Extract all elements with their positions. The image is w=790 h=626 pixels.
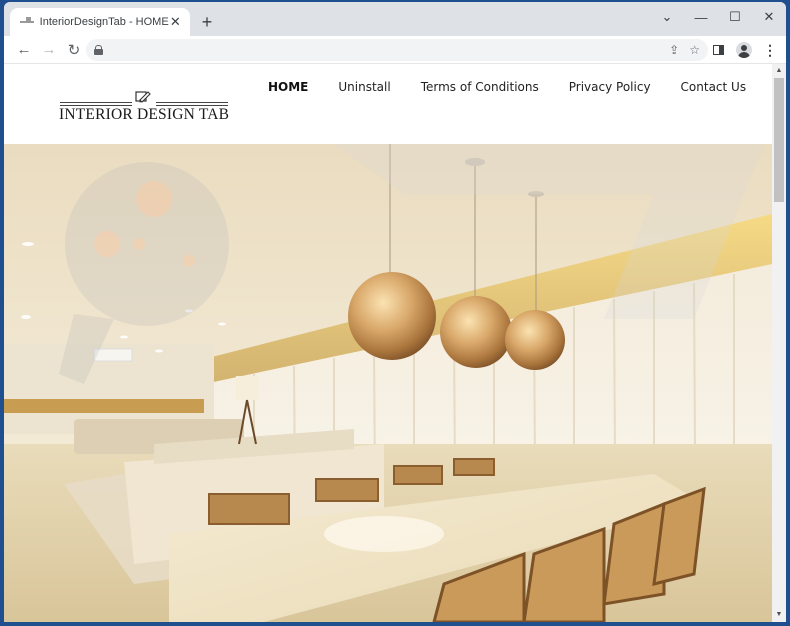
close-window-button[interactable]: ✕ [752,2,786,32]
tab-search-button[interactable]: ⌄ [650,2,684,32]
tab-interior-design[interactable]: InteriorDesignTab - HOME ✕ [10,8,190,36]
hero-interior-photo [4,144,772,622]
profile-button[interactable] [734,40,754,60]
hero-image [4,144,772,622]
scroll-thumb[interactable] [774,78,784,202]
reload-button[interactable]: ↻ [62,38,86,62]
browser-toolbar: ← → ↻ ⇪ ☆ ⋮ [4,36,786,64]
nav-terms[interactable]: Terms of Conditions [421,80,539,94]
tab-close-icon[interactable]: ✕ [169,14,182,30]
scroll-down-arrow-icon[interactable]: ▼ [772,608,786,622]
address-bar[interactable]: ⇪ ☆ [86,39,708,61]
new-tab-button[interactable]: + [196,11,218,33]
nav-privacy-policy[interactable]: Privacy Policy [569,80,651,94]
maximize-button[interactable]: ☐ [718,2,752,32]
page-scrollbar[interactable]: ▲ ▼ [772,64,786,622]
logo-text: INTERIOR DESIGN TAB [59,106,230,123]
lock-icon[interactable] [94,45,103,55]
pencil-icon [135,91,151,103]
forward-button[interactable]: → [37,38,61,62]
browser-window: InteriorDesignTab - HOME ✕ + ⌄ — ☐ ✕ ← →… [4,2,786,622]
nav-contact-us[interactable]: Contact Us [681,80,747,94]
page-viewport: INTERIOR DESIGN TAB HOME Uninstall Terms… [4,64,786,622]
share-icon[interactable]: ⇪ [669,43,679,57]
site-favicon-icon [20,17,34,27]
bookmark-star-icon[interactable]: ☆ [689,43,700,57]
profile-avatar-icon [736,42,752,58]
scroll-up-arrow-icon[interactable]: ▲ [772,64,786,78]
side-panel-icon [712,45,724,55]
site-header: INTERIOR DESIGN TAB HOME Uninstall Terms… [4,64,772,144]
browser-menu-button[interactable]: ⋮ [760,40,780,60]
nav-uninstall[interactable]: Uninstall [338,80,390,94]
nav-home[interactable]: HOME [268,80,308,94]
minimize-button[interactable]: — [684,2,718,32]
window-controls: ⌄ — ☐ ✕ [650,2,786,32]
tab-title: InteriorDesignTab - HOME [39,16,169,28]
main-nav: HOME Uninstall Terms of Conditions Priva… [268,80,776,94]
side-panel-button[interactable] [708,40,728,60]
tab-strip: InteriorDesignTab - HOME ✕ + ⌄ — ☐ ✕ [4,2,786,36]
back-button[interactable]: ← [12,38,36,62]
site-logo[interactable]: INTERIOR DESIGN TAB [59,90,229,124]
